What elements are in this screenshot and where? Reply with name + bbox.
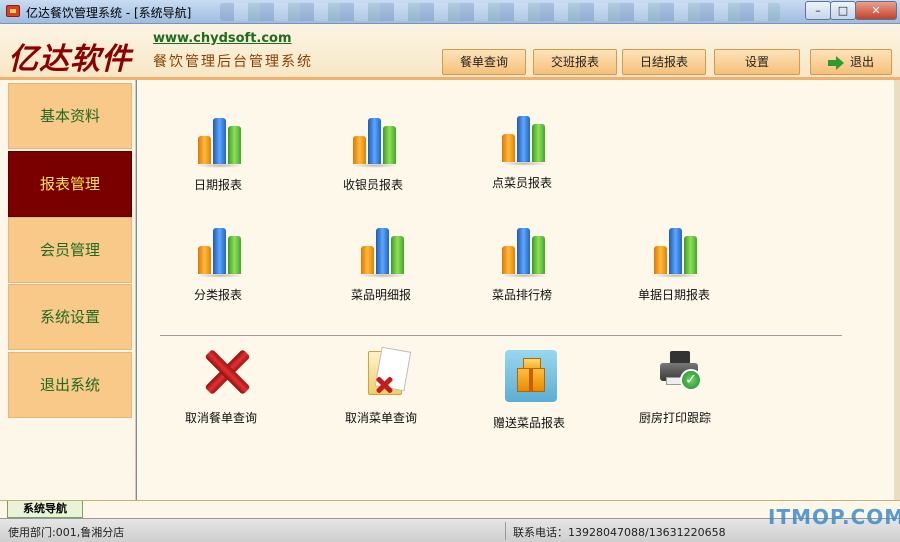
section-divider (160, 335, 842, 336)
sidebar-item-system-settings[interactable]: 系统设置 (8, 284, 132, 350)
brand-logo: 亿达软件 (8, 42, 132, 77)
sidebar-item-member-management[interactable]: 会员管理 (8, 217, 132, 283)
cancel-menu-query-tile[interactable]: 取消菜单查询 (326, 337, 436, 427)
kitchen-print-tracking-tile[interactable]: ✓ 厨房打印跟踪 (620, 337, 730, 427)
tab-system-navigation[interactable]: 系统导航 (7, 501, 83, 518)
complimentary-dish-report-tile[interactable]: 赠送菜品报表 (474, 342, 584, 432)
tile-label: 日期报表 (193, 178, 242, 192)
minimize-button[interactable]: – (805, 1, 831, 20)
daily-report-button[interactable]: 日结报表 (622, 49, 706, 75)
bar-chart-icon (196, 118, 244, 168)
shift-report-button[interactable]: 交班报表 (533, 49, 617, 75)
dish-detail-report-tile[interactable]: 菜品明细报 (326, 214, 436, 304)
bar-chart-icon (351, 118, 399, 168)
title-bar: 亿达餐饮管理系统 - [系统导航] – □ ✕ (0, 0, 900, 24)
category-report-tile[interactable]: 分类报表 (163, 214, 273, 304)
tile-label: 菜品明细报 (350, 288, 411, 302)
bar-chart-icon (500, 116, 548, 166)
sidebar: 基本资料 报表管理 会员管理 系统设置 退出系统 (0, 80, 136, 500)
tile-label: 单据日期报表 (637, 288, 710, 302)
exit-button[interactable]: 退出 (810, 49, 892, 75)
title-bar-decoration (220, 3, 780, 21)
header: 亿达软件 www.chydsoft.com 餐饮管理后台管理系统 餐单查询 交班… (0, 24, 900, 80)
folder-x-icon (364, 346, 412, 397)
cancel-order-query-tile[interactable]: 取消餐单查询 (166, 337, 276, 427)
window-title: 亿达餐饮管理系统 - [系统导航] (26, 6, 192, 20)
app-icon (6, 5, 20, 17)
app-subtitle: 餐饮管理后台管理系统 (153, 54, 313, 70)
tile-label: 收银员报表 (342, 178, 403, 192)
status-department: 使用部门:001,鲁湘分店 (8, 526, 125, 539)
website-link[interactable]: www.chydsoft.com (153, 31, 292, 46)
maximize-button[interactable]: □ (830, 1, 856, 20)
exit-arrow-icon (827, 55, 844, 70)
order-query-button[interactable]: 餐单查询 (442, 49, 526, 75)
bar-chart-icon (500, 228, 548, 278)
tile-label: 点菜员报表 (491, 176, 552, 190)
tile-label: 赠送菜品报表 (492, 416, 565, 430)
close-button[interactable]: ✕ (855, 1, 897, 20)
tile-label: 取消菜单查询 (344, 411, 417, 425)
date-report-tile[interactable]: 日期报表 (163, 104, 273, 194)
status-separator (505, 522, 506, 540)
status-phone: 联系电话：13928047088/13631220658 (513, 526, 726, 539)
dish-ranking-tile[interactable]: 菜品排行榜 (467, 214, 577, 304)
settings-button[interactable]: 设置 (714, 49, 800, 75)
tile-label: 分类报表 (193, 288, 242, 302)
printer-check-icon: ✓ (658, 351, 702, 393)
sidebar-item-exit-system[interactable]: 退出系统 (8, 352, 132, 418)
bar-chart-icon (359, 228, 407, 278)
vertical-scrollbar[interactable] (894, 80, 900, 500)
sidebar-item-report-management[interactable]: 报表管理 (8, 151, 132, 217)
status-bar: 使用部门:001,鲁湘分店 联系电话：13928047088/136312206… (0, 518, 900, 542)
sidebar-item-basic-data[interactable]: 基本资料 (8, 83, 132, 149)
watermark: ITMOP.COM (768, 505, 900, 529)
tile-label: 取消餐单查询 (184, 411, 257, 425)
tile-label: 厨房打印跟踪 (638, 411, 711, 425)
bottom-tab-strip: 系统导航 (0, 500, 900, 518)
gift-box-icon (505, 350, 557, 402)
bar-chart-icon (196, 228, 244, 278)
bar-chart-icon (652, 228, 700, 278)
waiter-report-tile[interactable]: 点菜员报表 (467, 102, 577, 192)
tile-label: 菜品排行榜 (491, 288, 552, 302)
cashier-report-tile[interactable]: 收银员报表 (318, 104, 428, 194)
red-x-icon (202, 347, 252, 397)
receipt-date-report-tile[interactable]: 单据日期报表 (619, 214, 729, 304)
